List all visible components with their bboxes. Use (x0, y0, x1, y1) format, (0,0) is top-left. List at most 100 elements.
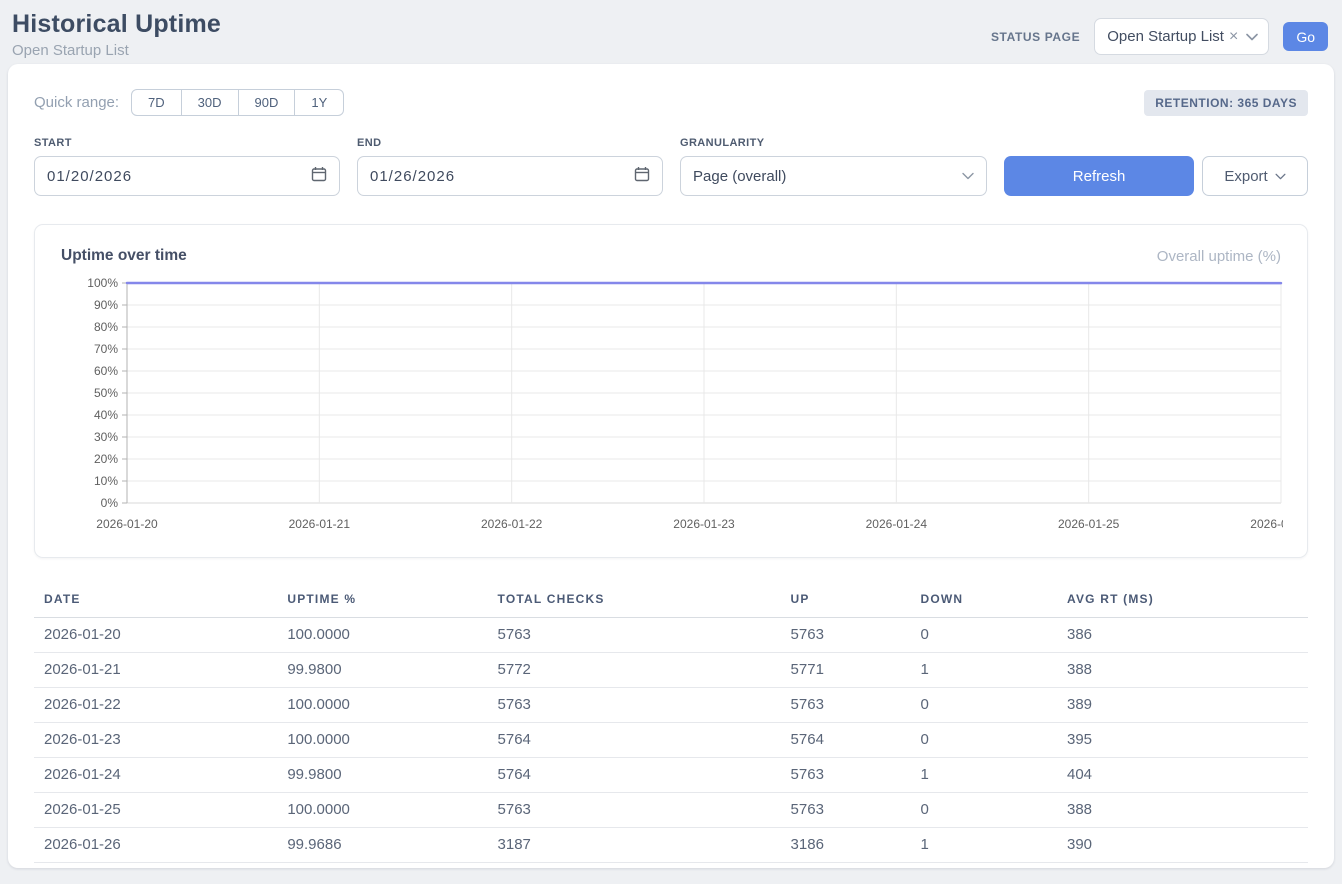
table-cell: 5763 (781, 618, 911, 653)
table-cell: 100.0000 (277, 793, 487, 828)
end-date-value: 01/26/2026 (370, 168, 455, 185)
quick-range-7d[interactable]: 7D (131, 89, 182, 116)
table-cell: 2026-01-25 (34, 793, 277, 828)
table-row: 2026-01-20100.0000576357630386 (34, 618, 1308, 653)
svg-text:2026-01-26: 2026-01-26 (1250, 517, 1283, 531)
table-cell: 100.0000 (277, 723, 487, 758)
table-cell: 5763 (488, 688, 781, 723)
table-cell: 388 (1057, 793, 1308, 828)
calendar-icon[interactable] (311, 166, 327, 186)
table-cell: 5764 (781, 723, 911, 758)
table-cell: 5763 (488, 618, 781, 653)
svg-text:2026-01-24: 2026-01-24 (866, 517, 928, 531)
table-cell: 2026-01-21 (34, 653, 277, 688)
table-cell: 390 (1057, 828, 1308, 863)
column-header: AVG RT (MS) (1057, 582, 1308, 618)
chart-card: Uptime over time Overall uptime (%) 0%10… (34, 224, 1308, 558)
quick-range-30d[interactable]: 30D (182, 89, 239, 116)
svg-text:100%: 100% (87, 276, 118, 290)
status-page-value: Open Startup List (1107, 28, 1224, 45)
chart-header: Uptime over time Overall uptime (%) (59, 247, 1283, 275)
table-cell: 99.9800 (277, 653, 487, 688)
table-row: 2026-01-23100.0000576457640395 (34, 723, 1308, 758)
svg-text:2026-01-20: 2026-01-20 (96, 517, 158, 531)
chevron-down-icon (1275, 173, 1286, 180)
quick-range-1y[interactable]: 1Y (295, 89, 344, 116)
table-cell: 5764 (488, 723, 781, 758)
svg-text:30%: 30% (94, 430, 118, 444)
svg-text:2026-01-22: 2026-01-22 (481, 517, 543, 531)
table-cell: 0 (910, 793, 1057, 828)
export-label: Export (1224, 168, 1267, 185)
start-date-value: 01/20/2026 (47, 168, 132, 185)
chevron-down-icon (962, 172, 974, 180)
end-label: END (357, 137, 663, 149)
table-cell: 100.0000 (277, 618, 487, 653)
refresh-button[interactable]: Refresh (1004, 156, 1194, 196)
granularity-label: GRANULARITY (680, 137, 987, 149)
table-cell: 0 (910, 688, 1057, 723)
table-cell: 404 (1057, 758, 1308, 793)
export-button[interactable]: Export (1202, 156, 1308, 196)
svg-text:70%: 70% (94, 342, 118, 356)
chart-title: Uptime over time (61, 247, 187, 265)
table-cell: 2026-01-20 (34, 618, 277, 653)
svg-text:2026-01-21: 2026-01-21 (289, 517, 351, 531)
svg-text:10%: 10% (94, 474, 118, 488)
table-cell: 3187 (488, 828, 781, 863)
table-row: 2026-01-2199.9800577257711388 (34, 653, 1308, 688)
table-cell: 99.9686 (277, 828, 487, 863)
granularity-select[interactable]: Page (overall) (680, 156, 987, 196)
calendar-icon[interactable] (634, 166, 650, 186)
topbar: Historical Uptime Open Startup List STAT… (0, 0, 1342, 62)
quick-range-90d[interactable]: 90D (239, 89, 296, 116)
table-cell: 395 (1057, 723, 1308, 758)
clear-icon[interactable]: × (1229, 28, 1238, 46)
table-row: 2026-01-22100.0000576357630389 (34, 688, 1308, 723)
svg-text:90%: 90% (94, 298, 118, 312)
start-date-field: START 01/20/2026 (34, 137, 340, 196)
title-block: Historical Uptime Open Startup List (12, 10, 221, 59)
uptime-line-chart: 0%10%20%30%40%50%60%70%80%90%100%2026-01… (59, 275, 1283, 537)
table-cell: 5763 (488, 793, 781, 828)
quick-range-group: 7D30D90D1Y (131, 89, 344, 116)
svg-text:2026-01-25: 2026-01-25 (1058, 517, 1120, 531)
table-cell: 2026-01-24 (34, 758, 277, 793)
retention-badge: RETENTION: 365 DAYS (1144, 90, 1308, 116)
table-cell: 99.9800 (277, 758, 487, 793)
table-cell: 5764 (488, 758, 781, 793)
page-title: Historical Uptime (12, 10, 221, 39)
table-cell: 2026-01-22 (34, 688, 277, 723)
table-cell: 5763 (781, 758, 911, 793)
table-cell: 5771 (781, 653, 911, 688)
table-cell: 389 (1057, 688, 1308, 723)
quick-range-row: Quick range: 7D30D90D1Y RETENTION: 365 D… (34, 89, 1308, 116)
column-header: UPTIME % (277, 582, 487, 618)
table-cell: 1 (910, 828, 1057, 863)
table-header-row: DATEUPTIME %TOTAL CHECKSUPDOWNAVG RT (MS… (34, 582, 1308, 618)
table-cell: 1 (910, 758, 1057, 793)
chevron-down-icon (1246, 33, 1258, 41)
topbar-right: STATUS PAGE Open Startup List × Go (991, 18, 1328, 55)
table-cell: 5763 (781, 688, 911, 723)
granularity-value: Page (overall) (693, 168, 786, 185)
start-date-input[interactable]: 01/20/2026 (34, 156, 340, 196)
column-header: DOWN (910, 582, 1057, 618)
table-row: 2026-01-2699.9686318731861390 (34, 828, 1308, 863)
uptime-table: DATEUPTIME %TOTAL CHECKSUPDOWNAVG RT (MS… (34, 582, 1308, 863)
status-page-select[interactable]: Open Startup List × (1094, 18, 1269, 55)
svg-text:60%: 60% (94, 364, 118, 378)
table-cell: 0 (910, 723, 1057, 758)
page-subtitle: Open Startup List (12, 42, 221, 59)
start-label: START (34, 137, 340, 149)
svg-text:80%: 80% (94, 320, 118, 334)
main-panel: Quick range: 7D30D90D1Y RETENTION: 365 D… (8, 64, 1334, 868)
granularity-field: GRANULARITY Page (overall) (680, 137, 987, 196)
go-button[interactable]: Go (1283, 22, 1328, 51)
table-cell: 3186 (781, 828, 911, 863)
column-header: UP (781, 582, 911, 618)
table-row: 2026-01-2499.9800576457631404 (34, 758, 1308, 793)
table-cell: 388 (1057, 653, 1308, 688)
table-cell: 2026-01-26 (34, 828, 277, 863)
end-date-input[interactable]: 01/26/2026 (357, 156, 663, 196)
